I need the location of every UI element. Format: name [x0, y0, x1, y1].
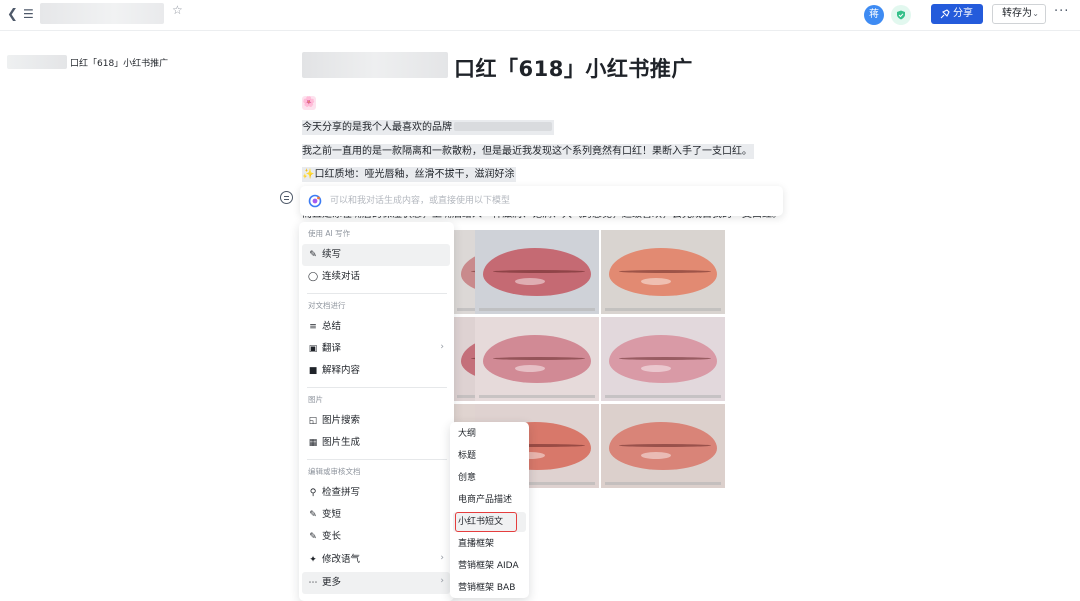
- highlight-box: [455, 512, 517, 532]
- lipstick-swatch-image: [601, 404, 725, 488]
- ai-prompt-input[interactable]: 可以和我对话生成内容，或直接使用以下模型: [330, 194, 510, 208]
- lipstick-swatch-image: [475, 317, 599, 401]
- submenu-item[interactable]: 营销框架 AIDA: [453, 556, 526, 576]
- ai-prompt-bar[interactable]: 可以和我对话生成内容，或直接使用以下模型: [300, 186, 783, 216]
- submenu-item[interactable]: 直播框架: [453, 534, 526, 554]
- menu-item-chat[interactable]: ◯ 连续对话: [302, 266, 450, 288]
- outline-toggle-icon[interactable]: ☰: [23, 8, 34, 21]
- chevron-right-icon: ›: [440, 576, 444, 586]
- more-options-button[interactable]: ···: [1054, 4, 1069, 19]
- title-redacted: [302, 52, 448, 78]
- chevron-right-icon: ›: [440, 342, 444, 352]
- page-title[interactable]: 口红「618」小红书推广: [454, 53, 693, 83]
- submenu-item[interactable]: 标题: [453, 446, 526, 466]
- menu-item-shorten[interactable]: ✎ 变短: [302, 504, 450, 526]
- security-shield-icon[interactable]: [891, 5, 911, 25]
- paragraph-3[interactable]: ✨口红质地：哑光唇釉，丝滑不拔干，滋润好涂: [302, 167, 517, 182]
- explain-icon: ■: [308, 366, 318, 376]
- pen-icon: ✎: [309, 250, 317, 260]
- image-icon: ▦: [308, 438, 318, 448]
- menu-item-translate[interactable]: ▣ 翻译 ›: [302, 338, 450, 360]
- paragraph-2[interactable]: 我之前一直用的是一款隔离和一款散粉，但是最近我发现这个系列竟然有口红！果断入手了…: [302, 144, 754, 159]
- group-label-edit: 编辑或审核文档: [308, 467, 361, 476]
- menu-item-image-gen[interactable]: ▦ 图片生成: [302, 432, 450, 454]
- submenu-item[interactable]: 电商产品描述: [453, 490, 526, 510]
- lipstick-swatch-image: [475, 230, 599, 314]
- lipstick-swatch-image: [601, 230, 725, 314]
- menu-item-image-search[interactable]: ◱ 图片搜索: [302, 410, 450, 432]
- group-label-write: 使用 AI 写作: [308, 229, 351, 238]
- brand-redacted: [454, 122, 552, 131]
- menu-item-spellcheck[interactable]: ⚲ 检查拼写: [302, 482, 450, 504]
- outline-item[interactable]: 口红「618」小红书推广: [70, 56, 168, 69]
- spellcheck-icon: ⚲: [309, 488, 317, 498]
- flower-emoji: 🌸: [302, 96, 316, 110]
- lengthen-icon: ✎: [309, 532, 317, 542]
- lipstick-swatch-image: [601, 317, 725, 401]
- submenu-item[interactable]: 营销框架 BAB: [453, 578, 526, 598]
- divider: [307, 293, 447, 294]
- translate-icon: ▣: [308, 344, 318, 354]
- summary-icon: ≡: [309, 322, 317, 332]
- chevron-down-icon: ⌄: [1032, 9, 1039, 18]
- star-icon[interactable]: ☆: [172, 3, 183, 17]
- tone-icon: ✦: [309, 555, 317, 565]
- shorten-icon: ✎: [309, 510, 317, 520]
- divider: [307, 387, 447, 388]
- share-icon: [940, 9, 950, 19]
- menu-item-lengthen[interactable]: ✎ 变长: [302, 526, 450, 548]
- doc-name-redacted: [40, 3, 164, 24]
- menu-item-continue[interactable]: ✎ 续写: [302, 244, 450, 266]
- menu-item-explain[interactable]: ■ 解释内容: [302, 360, 450, 382]
- share-button[interactable]: 分享: [931, 4, 983, 24]
- save-as-button[interactable]: 转存为 ⌄: [992, 4, 1046, 24]
- more-submenu: 大纲 标题 创意 电商产品描述 小红书短文 直播框架 营销框架 AIDA 营销框架 BAB: [450, 422, 529, 598]
- more-icon: ⋯: [308, 578, 318, 588]
- menu-item-summary[interactable]: ≡ 总结: [302, 316, 450, 338]
- chat-icon: ◯: [308, 272, 319, 282]
- avatar[interactable]: 蒋: [864, 5, 884, 25]
- menu-item-more[interactable]: ⋯ 更多 ›: [302, 572, 450, 594]
- image-search-icon: ◱: [308, 416, 318, 426]
- group-label-doc: 对文档进行: [308, 301, 346, 310]
- save-as-label: 转存为: [1002, 8, 1032, 19]
- back-icon[interactable]: ❮: [7, 8, 18, 21]
- top-bar: ❮ ☰ ☆ 蒋 分享 转存为 ⌄ ···: [0, 0, 1080, 31]
- paragraph-1[interactable]: 今天分享的是我个人最喜欢的品牌: [302, 120, 554, 135]
- divider: [307, 459, 447, 460]
- submenu-item[interactable]: 创意: [453, 468, 526, 488]
- chevron-right-icon: ›: [440, 553, 444, 563]
- share-label: 分享: [953, 8, 973, 19]
- submenu-item[interactable]: 大纲: [453, 424, 526, 444]
- menu-item-tone[interactable]: ✦ 修改语气 ›: [302, 549, 450, 571]
- block-handle-icon[interactable]: [280, 191, 293, 204]
- ai-logo-icon: [308, 194, 322, 208]
- outline-redacted: [7, 55, 67, 69]
- group-label-image: 图片: [308, 395, 323, 404]
- ai-menu: 使用 AI 写作 ✎ 续写 ◯ 连续对话 对文档进行 ≡ 总结 ▣ 翻译 › ■…: [299, 222, 454, 601]
